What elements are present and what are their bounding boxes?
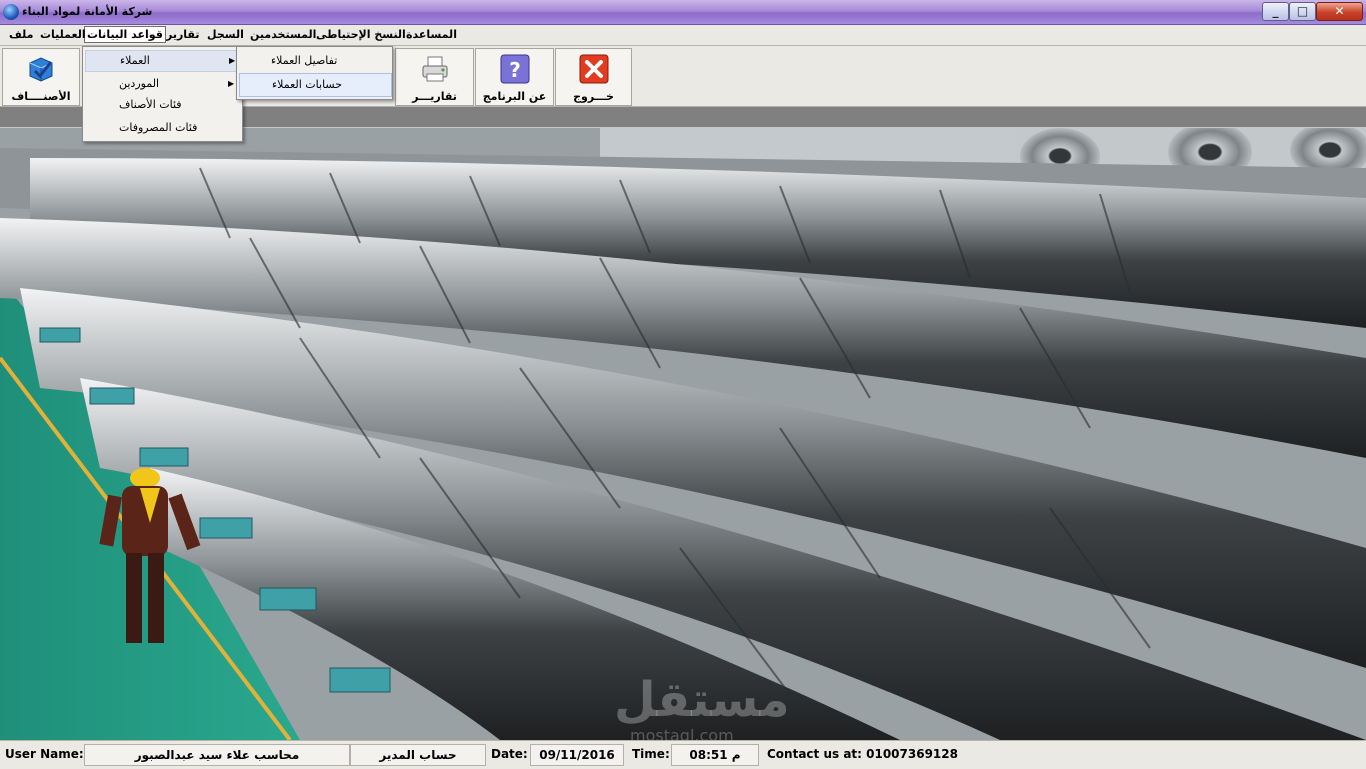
user-role-value: حساب المدير — [350, 744, 486, 766]
items-label: الأصنــــاف — [11, 90, 71, 103]
dropdown-item-item-categories[interactable]: فئات الأصناف — [85, 95, 240, 115]
submenu-item-customer-details[interactable]: تفاصيل العملاء — [239, 50, 390, 72]
about-label: عن البرنامج — [482, 90, 547, 103]
exit-x-icon — [579, 54, 608, 84]
date-value: 09/11/2016 — [530, 744, 624, 766]
submenu-arrow-icon: ▶ — [228, 79, 235, 88]
items-button[interactable]: الأصنــــاف — [2, 48, 80, 106]
date-label: Date: — [491, 747, 528, 761]
customers-submenu: تفاصيل العملاء حسابات العملاء — [236, 46, 393, 100]
app-globe-icon — [3, 4, 19, 20]
dropdown-item-suppliers[interactable]: الموردين ▶ — [85, 74, 240, 94]
dropdown-item-label: العملاء — [120, 54, 150, 67]
time-label: Time: — [632, 747, 670, 761]
menu-file[interactable]: ملف — [7, 27, 35, 42]
maximize-button[interactable]: □ — [1289, 2, 1316, 21]
menu-bar: المساعدة النسخ الإحتياطى المستخدمين السج… — [0, 25, 1366, 46]
dropdown-item-label: فئات الأصناف — [119, 98, 182, 111]
contact-text: Contact us at: 01007369128 — [767, 747, 958, 761]
dropdown-item-label: الموردين — [119, 77, 160, 90]
submenu-arrow-icon: ▶ — [229, 56, 236, 65]
reports-label: تقاريـــر — [412, 90, 457, 103]
about-button[interactable]: ? عن البرنامج — [475, 48, 554, 106]
menu-log[interactable]: السجل — [205, 27, 246, 42]
submenu-item-label: تفاصيل العملاء — [271, 54, 338, 67]
menu-backup[interactable]: النسخ الإحتياطى — [314, 27, 408, 42]
svg-text:?: ? — [509, 58, 521, 82]
help-question-icon: ? — [500, 54, 529, 84]
menu-help[interactable]: المساعدة — [404, 27, 459, 42]
menu-databases[interactable]: قواعد البيانات — [84, 26, 166, 43]
user-name-value: محاسب علاء سيد عبدالصبور — [84, 744, 350, 766]
menu-reports[interactable]: تقارير — [164, 27, 201, 42]
reports-button[interactable]: تقاريـــر — [395, 48, 474, 106]
menu-users[interactable]: المستخدمين — [248, 27, 318, 42]
background-photo-steel-coils — [0, 128, 1366, 740]
dropdown-item-expense-categories[interactable]: فئات المصروفات — [85, 118, 240, 138]
dropdown-item-label: فئات المصروفات — [119, 121, 198, 134]
close-button[interactable]: ✕ — [1316, 2, 1363, 21]
exit-label: خـــروج — [573, 90, 614, 103]
status-bar: User Name: محاسب علاء سيد عبدالصبور حساب… — [0, 740, 1366, 769]
dropdown-item-customers[interactable]: العملاء ▶ — [85, 50, 242, 72]
printer-icon — [422, 56, 447, 82]
databases-dropdown: العملاء ▶ الموردين ▶ فئات الأصناف فئات ا… — [82, 46, 243, 142]
title-bar: شركة الأمانة لمواد البناء _ □ ✕ — [0, 0, 1366, 25]
time-value: 08:51 م — [671, 744, 759, 766]
watermark-logo: مستقل — [614, 672, 790, 728]
window-title: شركة الأمانة لمواد البناء — [22, 5, 153, 18]
exit-button[interactable]: خـــروج — [555, 48, 632, 106]
submenu-item-customer-accounts[interactable]: حسابات العملاء — [239, 73, 392, 97]
minimize-button[interactable]: _ — [1262, 2, 1289, 21]
submenu-item-label: حسابات العملاء — [272, 78, 343, 91]
user-name-label: User Name: — [5, 747, 84, 761]
items-box-check-icon — [29, 57, 53, 82]
menu-operations[interactable]: العمليات — [38, 27, 88, 42]
